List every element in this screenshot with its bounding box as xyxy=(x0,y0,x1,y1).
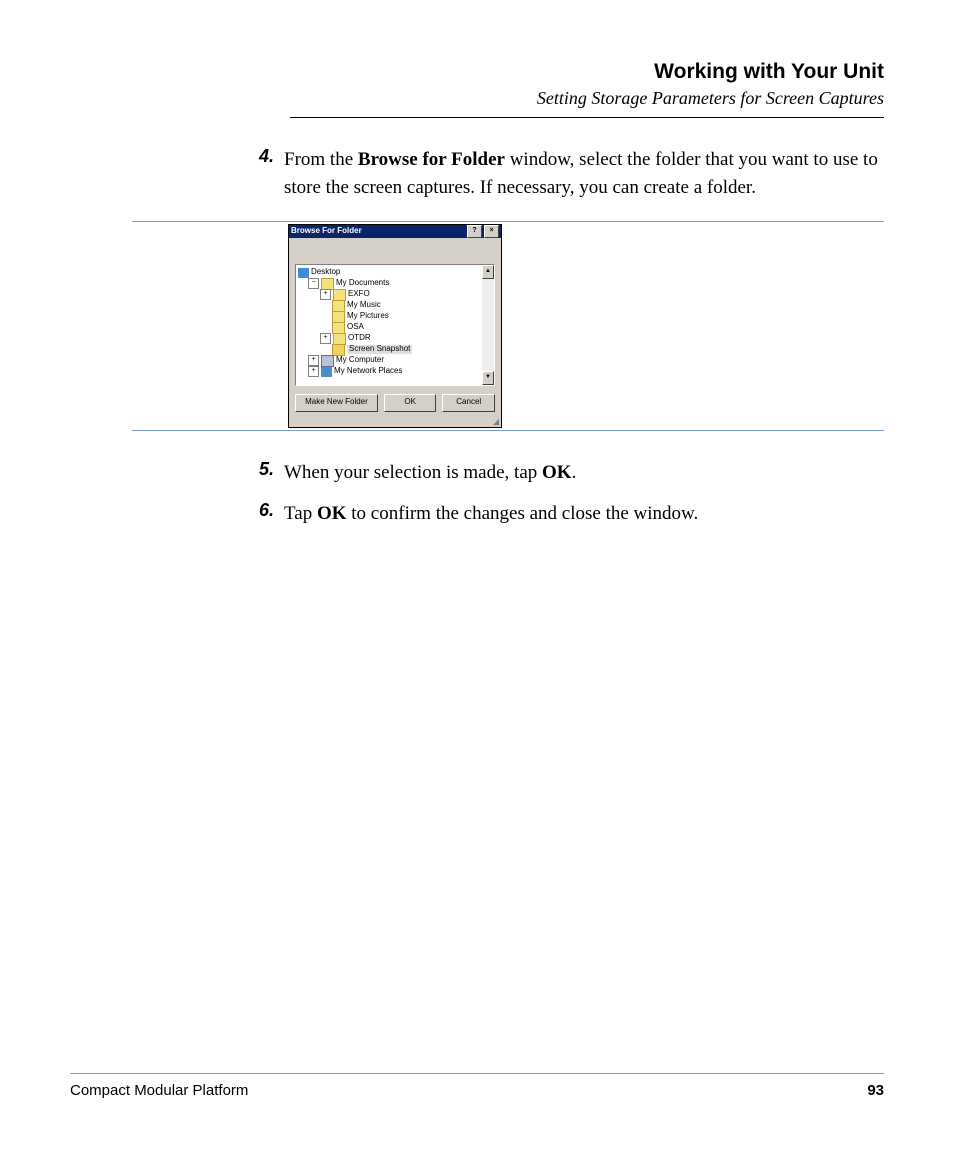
step-number: 4. xyxy=(240,146,274,167)
step-text-bold: OK xyxy=(317,503,347,524)
step-text-pre: When your selection is made, tap xyxy=(284,462,542,483)
step-4: 4. From the Browse for Folder window, se… xyxy=(240,146,884,201)
step-text-pre: Tap xyxy=(284,503,317,524)
folder-tree[interactable]: Desktop − My Documents + EXFO My Mu xyxy=(295,264,495,386)
minus-icon[interactable]: − xyxy=(308,278,319,289)
scroll-up-icon[interactable]: ▲ xyxy=(482,265,494,279)
step-6: 6. Tap OK to confirm the changes and clo… xyxy=(240,500,884,528)
close-button[interactable]: × xyxy=(484,225,499,238)
step-text-pre: From the xyxy=(284,149,358,170)
tree-scrollbar[interactable]: ▲ ▼ xyxy=(482,265,494,385)
tree-screen-snapshot[interactable]: Screen Snapshot xyxy=(347,345,412,354)
tree-desktop[interactable]: Desktop xyxy=(311,268,340,277)
footer-product-name: Compact Modular Platform xyxy=(70,1082,248,1099)
tree-otdr[interactable]: OTDR xyxy=(348,334,371,343)
tree-osa[interactable]: OSA xyxy=(347,323,364,332)
step-number: 6. xyxy=(240,500,274,521)
resize-grip-icon: ◢ xyxy=(289,418,501,427)
page-section-subtitle: Setting Storage Parameters for Screen Ca… xyxy=(290,88,884,109)
scroll-down-icon[interactable]: ▼ xyxy=(482,371,494,385)
plus-icon[interactable]: + xyxy=(320,289,331,300)
step-text: Tap OK to confirm the changes and close … xyxy=(284,500,884,528)
step-number: 5. xyxy=(240,459,274,480)
tree-my-network-places[interactable]: My Network Places xyxy=(334,367,402,376)
plus-icon[interactable]: + xyxy=(308,366,319,377)
step-text: When your selection is made, tap OK. xyxy=(284,459,884,487)
tree-my-computer[interactable]: My Computer xyxy=(336,356,384,365)
desktop-icon xyxy=(298,268,309,278)
dialog-titlebar: Browse For Folder ? × xyxy=(289,225,501,238)
network-places-icon xyxy=(321,367,332,377)
my-computer-icon xyxy=(321,355,334,367)
step-5: 5. When your selection is made, tap OK. xyxy=(240,459,884,487)
ok-button[interactable]: OK xyxy=(384,394,437,412)
step-text-bold: Browse for Folder xyxy=(358,149,505,170)
tree-exfo[interactable]: EXFO xyxy=(348,290,370,299)
step-text: From the Browse for Folder window, selec… xyxy=(284,146,884,201)
cancel-button[interactable]: Cancel xyxy=(442,394,495,412)
step-text-post: to confirm the changes and close the win… xyxy=(347,503,699,524)
plus-icon[interactable]: + xyxy=(320,333,331,344)
tree-my-pictures[interactable]: My Pictures xyxy=(347,312,389,321)
page-section-title: Working with Your Unit xyxy=(290,60,884,84)
dialog-title: Browse For Folder xyxy=(291,227,465,236)
tree-my-music[interactable]: My Music xyxy=(347,301,381,310)
plus-icon[interactable]: + xyxy=(308,355,319,366)
footer-rule xyxy=(70,1073,884,1074)
header-rule xyxy=(290,117,884,118)
step-text-post: . xyxy=(572,462,577,483)
page-number: 93 xyxy=(867,1082,884,1099)
step-text-bold: OK xyxy=(542,462,572,483)
help-button[interactable]: ? xyxy=(467,225,482,238)
make-new-folder-button[interactable]: Make New Folder xyxy=(295,394,378,412)
browse-for-folder-dialog: Browse For Folder ? × Desktop − My Docum… xyxy=(132,221,884,431)
tree-my-documents[interactable]: My Documents xyxy=(336,279,389,288)
